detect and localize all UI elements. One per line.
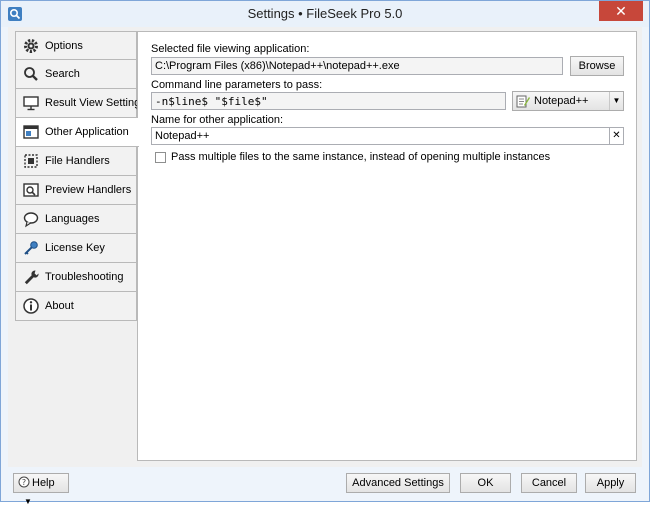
sidebar-item-label: License Key bbox=[45, 242, 105, 254]
ok-button[interactable]: OK bbox=[460, 473, 511, 493]
browse-button[interactable]: Browse bbox=[570, 56, 624, 76]
params-label: Command line parameters to pass: bbox=[151, 79, 323, 91]
monitor-icon bbox=[23, 96, 39, 111]
help-button[interactable]: ? Help ▼ bbox=[13, 473, 69, 506]
sidebar-item-label: Preview Handlers bbox=[45, 184, 132, 196]
svg-text:?: ? bbox=[22, 478, 26, 487]
dialog-body: Options Search Result View Settings Othe… bbox=[8, 27, 642, 467]
key-icon bbox=[24, 241, 38, 255]
params-field[interactable]: -n$line$ "$file$" bbox=[151, 92, 506, 110]
settings-sidebar: Options Search Result View Settings Othe… bbox=[15, 31, 146, 321]
gear-icon bbox=[24, 38, 38, 53]
sidebar-item-preview-handlers[interactable]: Preview Handlers bbox=[15, 176, 137, 205]
clear-name-button[interactable]: ✕ bbox=[610, 127, 624, 145]
app-name-label: Name for other application: bbox=[151, 114, 284, 126]
info-icon bbox=[23, 298, 39, 314]
sidebar-item-languages[interactable]: Languages bbox=[15, 205, 137, 234]
notepad-icon bbox=[516, 95, 530, 108]
sidebar-item-label: Languages bbox=[45, 213, 100, 225]
sidebar-item-troubleshooting[interactable]: Troubleshooting bbox=[15, 263, 137, 292]
other-application-panel: Selected file viewing application: C:\Pr… bbox=[137, 31, 637, 461]
help-icon: ? bbox=[18, 476, 30, 488]
chevron-down-icon: ▼ bbox=[609, 92, 623, 110]
settings-window: Settings • FileSeek Pro 5.0 ✕ Options Se… bbox=[0, 0, 650, 506]
window-title: Settings • FileSeek Pro 5.0 bbox=[247, 6, 403, 21]
sidebar-item-label: Result View Settings bbox=[45, 97, 146, 109]
sidebar-item-other-application[interactable]: Other Application bbox=[15, 118, 139, 147]
dropdown-selected-value: Notepad++ bbox=[534, 95, 589, 107]
advanced-settings-button[interactable]: Advanced Settings bbox=[346, 473, 450, 493]
sidebar-item-label: Options bbox=[45, 39, 83, 52]
sidebar-item-label: File Handlers bbox=[45, 155, 110, 167]
sidebar-item-label: Search bbox=[45, 68, 80, 80]
app-path-field[interactable]: C:\Program Files (x86)\Notepad++\notepad… bbox=[151, 57, 563, 75]
sidebar-item-about[interactable]: About bbox=[15, 292, 137, 321]
title-bar: Settings • FileSeek Pro 5.0 ✕ bbox=[1, 1, 649, 27]
wrench-icon bbox=[24, 270, 39, 285]
app-name-field[interactable]: Notepad++ bbox=[151, 127, 610, 145]
search-icon bbox=[24, 67, 38, 81]
file-handler-icon bbox=[24, 154, 38, 168]
apply-button[interactable]: Apply bbox=[585, 473, 636, 493]
sidebar-item-label: Other Application bbox=[45, 126, 129, 138]
preview-icon bbox=[23, 183, 39, 197]
help-button-label: Help bbox=[32, 477, 55, 489]
window-icon bbox=[23, 125, 39, 139]
cancel-button[interactable]: Cancel bbox=[521, 473, 577, 493]
multi-instance-checkbox[interactable] bbox=[155, 152, 166, 163]
sidebar-item-result-view-settings[interactable]: Result View Settings bbox=[15, 89, 146, 118]
sidebar-item-search[interactable]: Search bbox=[15, 60, 137, 89]
sidebar-item-file-handlers[interactable]: File Handlers bbox=[15, 147, 137, 176]
sidebar-item-options[interactable]: Options bbox=[15, 31, 137, 60]
app-preset-dropdown[interactable]: Notepad++ ▼ bbox=[512, 91, 624, 111]
speech-bubble-icon bbox=[23, 212, 39, 228]
sidebar-item-license-key[interactable]: License Key bbox=[15, 234, 137, 263]
sidebar-item-label: Troubleshooting bbox=[45, 271, 124, 283]
multi-instance-label: Pass multiple files to the same instance… bbox=[171, 151, 551, 163]
sidebar-item-label: About bbox=[45, 300, 74, 312]
close-button[interactable]: ✕ bbox=[599, 1, 643, 21]
app-path-label: Selected file viewing application: bbox=[151, 43, 310, 55]
